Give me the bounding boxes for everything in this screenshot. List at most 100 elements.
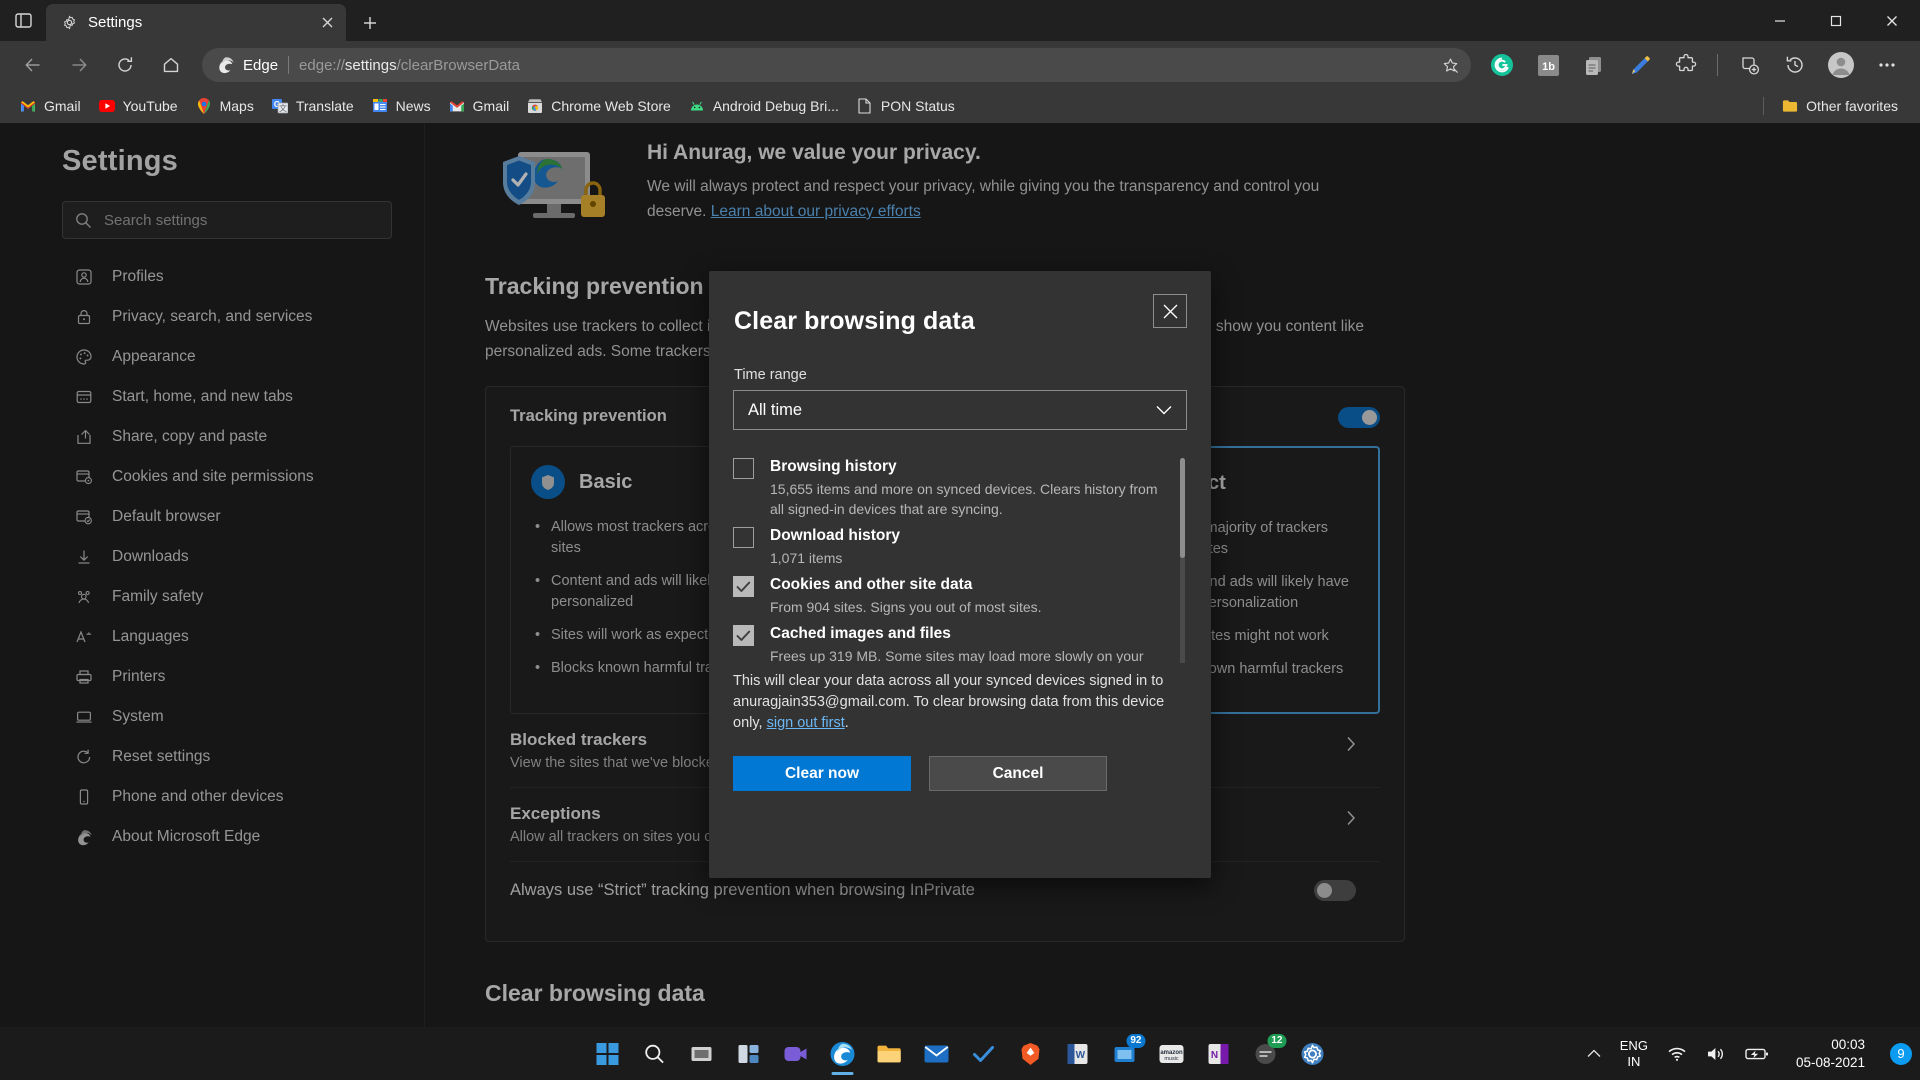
browsing-history-checkbox[interactable] — [733, 458, 754, 479]
store-button[interactable]: 92 — [1103, 1032, 1147, 1076]
checkbox-label: Browsing history — [770, 458, 897, 475]
battery-icon[interactable] — [1737, 1031, 1777, 1077]
amazon-music-button[interactable]: amazon music — [1150, 1032, 1194, 1076]
bookmark-label: Gmail — [472, 98, 510, 114]
title-bar: Settings — [0, 0, 1920, 41]
notification-badge[interactable]: 9 — [1890, 1042, 1912, 1065]
windows-taskbar: W 92 amazon music N 12 ENG IN 00:03 05-0… — [0, 1027, 1920, 1080]
svg-text:music: music — [1164, 1056, 1179, 1062]
checkbox-row-cached-images-and-files[interactable]: Cached images and files Frees up 319 MB.… — [733, 623, 1171, 663]
profile-avatar-icon[interactable] — [1823, 47, 1859, 83]
maximize-button[interactable] — [1808, 0, 1864, 41]
checkbox-label: Cached images and files — [770, 625, 951, 642]
bookmark-gmail-1[interactable]: Gmail — [12, 93, 89, 119]
document-icon — [857, 98, 873, 114]
bookmark-pon-status[interactable]: PON Status — [849, 93, 963, 119]
bookmark-label: Translate — [295, 98, 354, 114]
pencil-extension-icon[interactable] — [1622, 47, 1658, 83]
close-window-button[interactable] — [1864, 0, 1920, 41]
widgets-button[interactable] — [727, 1032, 771, 1076]
cancel-button[interactable]: Cancel — [929, 756, 1107, 791]
dialog-buttons: Clear now Cancel — [733, 756, 1187, 791]
puzzle-extension-icon[interactable] — [1668, 47, 1704, 83]
cookies-checkbox[interactable] — [733, 576, 754, 597]
minimize-button[interactable] — [1752, 0, 1808, 41]
settings-gear-button[interactable] — [1291, 1032, 1335, 1076]
cached-images-checkbox[interactable] — [733, 625, 754, 646]
onenote-button[interactable]: N — [1197, 1032, 1241, 1076]
chevron-up-icon[interactable] — [1579, 1031, 1609, 1077]
refresh-icon[interactable] — [107, 47, 143, 83]
messaging-badge: 12 — [1267, 1033, 1287, 1048]
bookmark-label: Chrome Web Store — [551, 98, 671, 114]
tab-title: Settings — [88, 14, 143, 31]
home-icon[interactable] — [153, 47, 189, 83]
clear-browsing-data-dialog: Clear browsing data Time range All time … — [709, 271, 1211, 878]
checkbox-row-download-history[interactable]: Download history 1,071 items — [733, 525, 1171, 568]
history-icon[interactable] — [1777, 47, 1813, 83]
volume-icon[interactable] — [1698, 1031, 1734, 1077]
bookmark-android-debug-bridge[interactable]: Android Debug Bri... — [681, 93, 847, 119]
more-options-icon[interactable] — [1869, 47, 1905, 83]
back-arrow-icon[interactable] — [15, 47, 51, 83]
address-bar[interactable]: Edge edge://settings/clearBrowserData — [202, 48, 1471, 82]
language-top: ENG — [1619, 1037, 1648, 1053]
download-history-checkbox[interactable] — [733, 527, 754, 548]
bookmark-translate[interactable]: G文 Translate — [264, 93, 362, 119]
bookmarks-divider — [1763, 97, 1765, 115]
clock-area[interactable]: 00:03 05-08-2021 — [1780, 1031, 1881, 1077]
maps-icon — [196, 98, 212, 114]
start-button[interactable] — [586, 1032, 630, 1076]
word-button[interactable]: W — [1056, 1032, 1100, 1076]
checkbox-sublabel: 15,655 items and more on synced devices.… — [770, 481, 1158, 517]
collections-icon[interactable] — [1731, 47, 1767, 83]
bookmark-youtube[interactable]: YouTube — [91, 93, 186, 119]
bookmark-maps[interactable]: Maps — [188, 93, 262, 119]
taskbar-date: 05-08-2021 — [1795, 1054, 1865, 1070]
bookmark-gmail-2[interactable]: Gmail — [441, 93, 518, 119]
clipboard-extension-icon[interactable] — [1576, 47, 1612, 83]
taskbar-time: 00:03 — [1831, 1036, 1865, 1052]
checkbox-row-cookies-and-other-site-data[interactable]: Cookies and other site data From 904 sit… — [733, 574, 1171, 617]
language-indicator[interactable]: ENG IN — [1612, 1031, 1656, 1077]
bookmark-label: YouTube — [122, 98, 178, 114]
brave-button[interactable] — [1009, 1032, 1053, 1076]
dialog-note: This will clear your data across all you… — [733, 673, 1165, 731]
add-favorite-icon[interactable] — [1435, 50, 1465, 80]
teams-button[interactable] — [774, 1032, 818, 1076]
messaging-button[interactable]: 12 — [1244, 1032, 1288, 1076]
time-range-value: All time — [748, 400, 803, 419]
close-icon[interactable] — [1153, 294, 1187, 328]
clear-now-button[interactable]: Clear now — [733, 756, 911, 791]
new-tab-button[interactable] — [352, 5, 388, 41]
bookmark-chrome-web-store[interactable]: Chrome Web Store — [519, 93, 679, 119]
wifi-icon[interactable] — [1659, 1031, 1695, 1077]
grammarly-icon[interactable] — [1484, 47, 1520, 83]
tab-close-icon[interactable] — [314, 10, 340, 36]
other-favorites-folder[interactable]: Other favorites — [1774, 93, 1906, 119]
browser-tab-settings[interactable]: Settings — [46, 4, 346, 41]
address-bar-url: edge://settings/clearBrowserData — [299, 56, 521, 74]
other-favorites-area: Other favorites — [1753, 93, 1908, 119]
svg-text:文: 文 — [279, 103, 287, 113]
tab-search-icon[interactable] — [0, 0, 46, 41]
data-type-list: Browsing history 15,655 items and more o… — [733, 456, 1187, 663]
sign-out-first-link[interactable]: sign out first — [767, 715, 845, 731]
forward-arrow-icon[interactable] — [61, 47, 97, 83]
mail-button[interactable] — [915, 1032, 959, 1076]
todo-button[interactable] — [962, 1032, 1006, 1076]
bookmark-news[interactable]: News — [364, 93, 439, 119]
time-range-select[interactable]: All time — [733, 390, 1187, 430]
honey-icon[interactable]: 1b — [1530, 47, 1566, 83]
other-favorites-label: Other favorites — [1806, 98, 1898, 114]
task-view-button[interactable] — [680, 1032, 724, 1076]
edge-button[interactable] — [821, 1032, 865, 1076]
checkbox-row-browsing-history[interactable]: Browsing history 15,655 items and more o… — [733, 456, 1171, 519]
list-scrollbar[interactable] — [1180, 458, 1185, 663]
file-explorer-button[interactable] — [868, 1032, 912, 1076]
checkbox-sublabel: 1,071 items — [770, 550, 843, 566]
gmail-icon — [449, 98, 465, 114]
checkbox-sublabel: Frees up 319 MB. Some sites may load mor… — [770, 648, 1144, 663]
search-button[interactable] — [633, 1032, 677, 1076]
gear-icon — [60, 14, 78, 32]
